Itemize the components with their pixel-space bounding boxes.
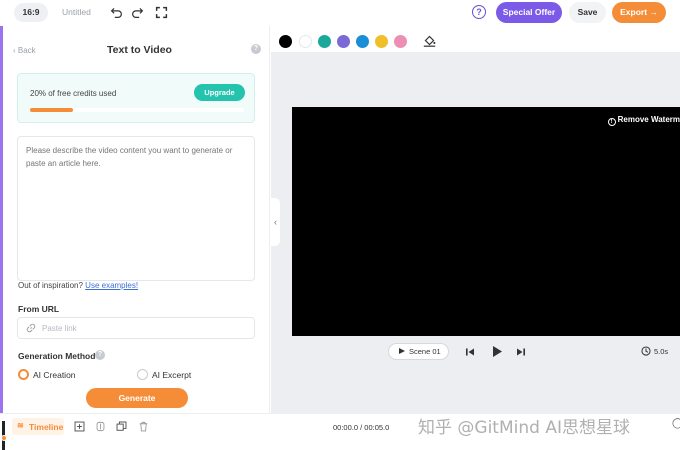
help-icon[interactable]: ? [472, 5, 486, 19]
color-swatch-black[interactable] [279, 35, 292, 48]
radio-unselected-icon[interactable] [137, 369, 148, 380]
playhead-handle[interactable] [1, 435, 7, 441]
color-swatch-yellow[interactable] [375, 35, 388, 48]
video-preview[interactable]: ! Remove Waterm [292, 107, 680, 336]
overlay-watermark-text: 知乎 @GitMind AI思想星球 [418, 418, 630, 438]
special-offer-button[interactable]: Special Offer [496, 2, 562, 23]
credits-card: 20% of free credits used Upgrade [17, 73, 255, 123]
question-icon[interactable]: ? [95, 350, 105, 360]
collapse-panel-handle[interactable]: ‹ [271, 198, 280, 246]
paint-bucket-icon[interactable] [423, 34, 436, 47]
video-description-input[interactable] [17, 136, 255, 281]
export-button[interactable]: Export → [612, 2, 666, 23]
color-swatch-white[interactable] [299, 35, 312, 48]
play-icon[interactable] [491, 345, 503, 358]
panel-title: Text to Video [107, 44, 172, 56]
radio-label: AI Excerpt [152, 370, 192, 380]
save-button[interactable]: Save [569, 2, 606, 23]
project-title[interactable]: Untitled [62, 7, 91, 17]
color-swatch-blue[interactable] [356, 35, 369, 48]
url-field[interactable] [17, 317, 255, 339]
remove-watermark-button[interactable]: ! Remove Waterm [607, 115, 680, 126]
duplicate-icon[interactable] [116, 421, 127, 432]
credits-usage-text: 20% of free credits used [30, 89, 117, 98]
credits-progress-fill [30, 108, 73, 112]
scene-label: Scene 01 [409, 347, 441, 356]
skip-forward-icon[interactable] [516, 347, 526, 357]
scene-selector-button[interactable]: Scene 01 [388, 343, 449, 360]
upgrade-button[interactable]: Upgrade [194, 84, 245, 101]
play-icon [399, 348, 405, 354]
timeline-tab[interactable]: ≋ Timeline [12, 418, 64, 435]
radio-ai-creation[interactable]: AI Creation [18, 369, 88, 381]
add-scene-icon[interactable] [74, 421, 85, 432]
skip-back-icon[interactable] [465, 347, 475, 357]
info-icon: ! [607, 118, 616, 126]
generation-method-label: Generation Method [18, 351, 96, 361]
color-swatch-pink[interactable] [394, 35, 407, 48]
undo-icon[interactable] [110, 6, 123, 19]
color-swatch-teal[interactable] [318, 35, 331, 48]
inspiration-line: Out of inspiration? Use examples! [18, 281, 138, 290]
aspect-ratio-button[interactable]: 16:9 [14, 3, 48, 22]
radio-label: AI Creation [33, 370, 76, 380]
panel-accent-edge [0, 26, 3, 413]
inspiration-text: Out of inspiration? [18, 281, 83, 290]
playback-time-readout: 00:00.0 / 00:05.0 [333, 423, 390, 432]
trash-icon[interactable] [138, 421, 149, 432]
back-label: Back [17, 46, 36, 55]
fullscreen-icon[interactable] [155, 6, 168, 19]
clock-icon [641, 346, 651, 356]
text-to-video-panel: ‹ Back Text to Video ? 20% of free credi… [0, 26, 270, 413]
generate-button[interactable]: Generate [86, 388, 188, 408]
radio-selected-icon[interactable] [18, 369, 29, 380]
back-link[interactable]: ‹ Back [13, 46, 36, 55]
timeline-icon: ≋ [17, 421, 24, 430]
color-palette-bar [271, 26, 680, 52]
top-toolbar: 16:9 Untitled ? Special Offer Save Expor… [0, 0, 680, 26]
redo-icon[interactable] [131, 6, 144, 19]
timeline-tab-label: Timeline [29, 422, 64, 432]
question-icon[interactable]: ? [251, 44, 261, 54]
use-examples-link[interactable]: Use examples! [85, 281, 138, 290]
video-duration: 5.0s [654, 347, 669, 356]
remove-watermark-label: Remove Waterm [617, 115, 680, 124]
split-icon[interactable] [95, 421, 106, 432]
link-icon [26, 323, 36, 333]
radio-ai-excerpt[interactable]: AI Excerpt [137, 369, 207, 381]
circle-icon: ◯ [672, 418, 680, 429]
credits-progress-bar [30, 108, 244, 112]
from-url-label: From URL [18, 304, 60, 314]
color-swatch-purple[interactable] [337, 35, 350, 48]
url-input[interactable] [42, 322, 242, 335]
